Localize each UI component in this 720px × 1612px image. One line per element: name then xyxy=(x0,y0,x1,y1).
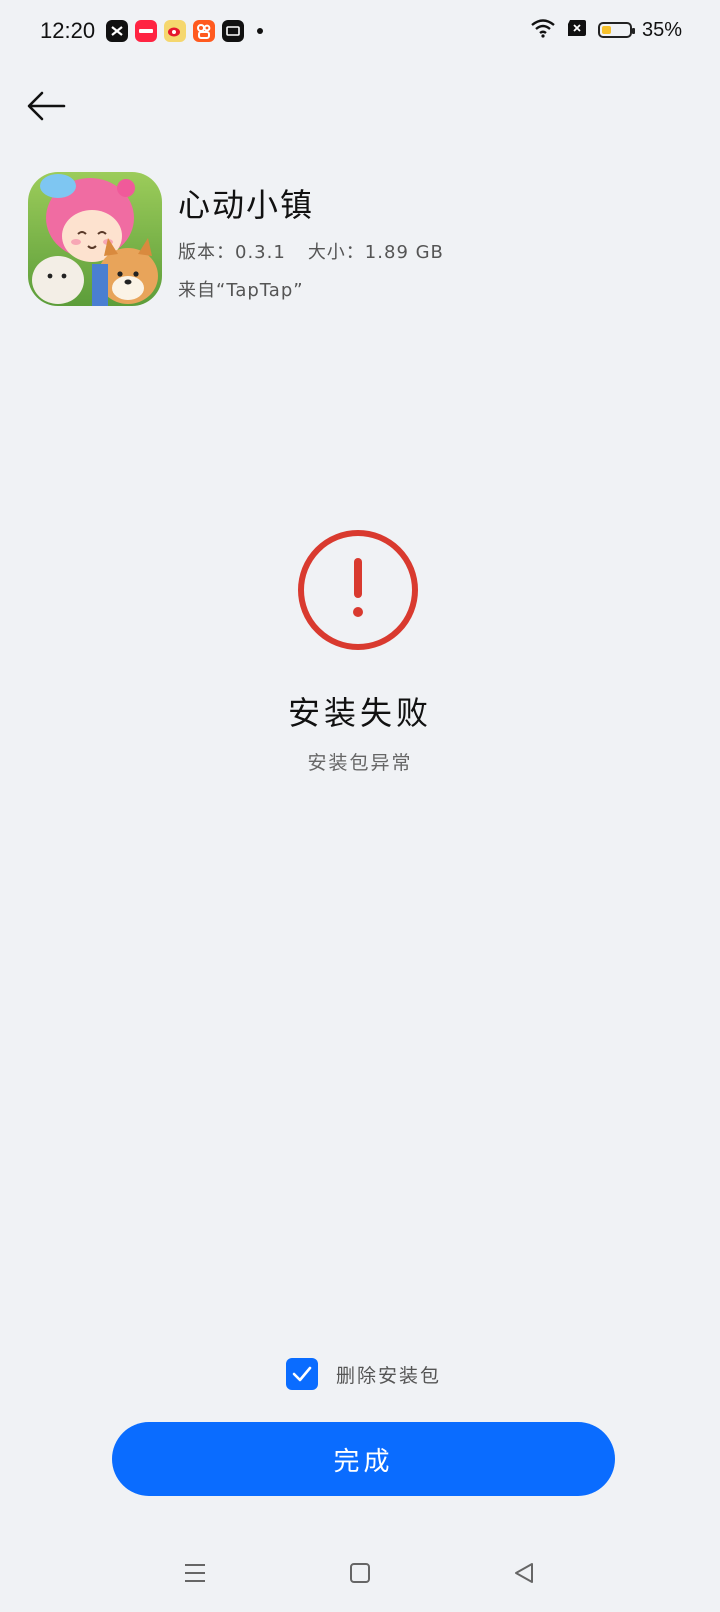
app-name: 心动小镇 xyxy=(178,186,315,224)
app-version: 版本：0.3.1 xyxy=(178,242,286,263)
delete-package-checkbox[interactable] xyxy=(286,1358,318,1390)
kuaishou-icon xyxy=(193,20,215,42)
menu-icon xyxy=(185,1564,205,1582)
install-result-reason: 安装包异常 xyxy=(307,752,413,774)
battery-icon xyxy=(597,22,635,38)
app-version-size: 版本：0.3.1 大小：1.89 GB xyxy=(178,238,444,264)
menu-button[interactable] xyxy=(175,1553,215,1593)
status-indicators: 35% xyxy=(530,18,682,42)
install-result-title: 安装失败 xyxy=(287,694,432,732)
checkmark-icon xyxy=(292,1366,312,1382)
capcut-icon xyxy=(106,20,128,42)
weibo-icon xyxy=(164,20,186,42)
battery-percentage: 35% xyxy=(641,18,682,41)
app-meta: 心动小镇 版本：0.3.1 大小：1.89 GB 来自“TapTap” xyxy=(178,180,444,306)
wifi-icon xyxy=(530,18,556,42)
navigation-bar xyxy=(0,1545,720,1605)
triangle-back-icon xyxy=(515,1563,533,1583)
done-button[interactable]: 完成 xyxy=(112,1422,615,1496)
status-time: 12:20 xyxy=(40,18,96,43)
delete-package-option[interactable]: 删除安装包 xyxy=(286,1358,441,1390)
arrow-left-icon xyxy=(27,91,66,121)
home-icon xyxy=(350,1563,370,1583)
app-size: 大小：1.89 GB xyxy=(307,242,444,263)
app-info: 心动小镇 版本：0.3.1 大小：1.89 GB 来自“TapTap” xyxy=(28,172,444,306)
no-sim-icon xyxy=(566,19,588,41)
app-logo xyxy=(28,172,162,306)
nav-back-button[interactable] xyxy=(504,1553,544,1593)
status-bar: 12:20 35% xyxy=(0,0,720,64)
battery-level xyxy=(601,26,612,34)
error-icon xyxy=(296,528,420,652)
delete-package-label: 删除安装包 xyxy=(336,1364,442,1387)
app-source: 来自“TapTap” xyxy=(178,280,304,301)
douyin-icon xyxy=(222,20,244,42)
back-button[interactable] xyxy=(24,86,68,126)
notification-icons xyxy=(106,20,263,42)
xiaohongshu-icon xyxy=(135,20,157,42)
more-notifications-dot xyxy=(257,28,263,34)
home-button[interactable] xyxy=(340,1553,380,1593)
